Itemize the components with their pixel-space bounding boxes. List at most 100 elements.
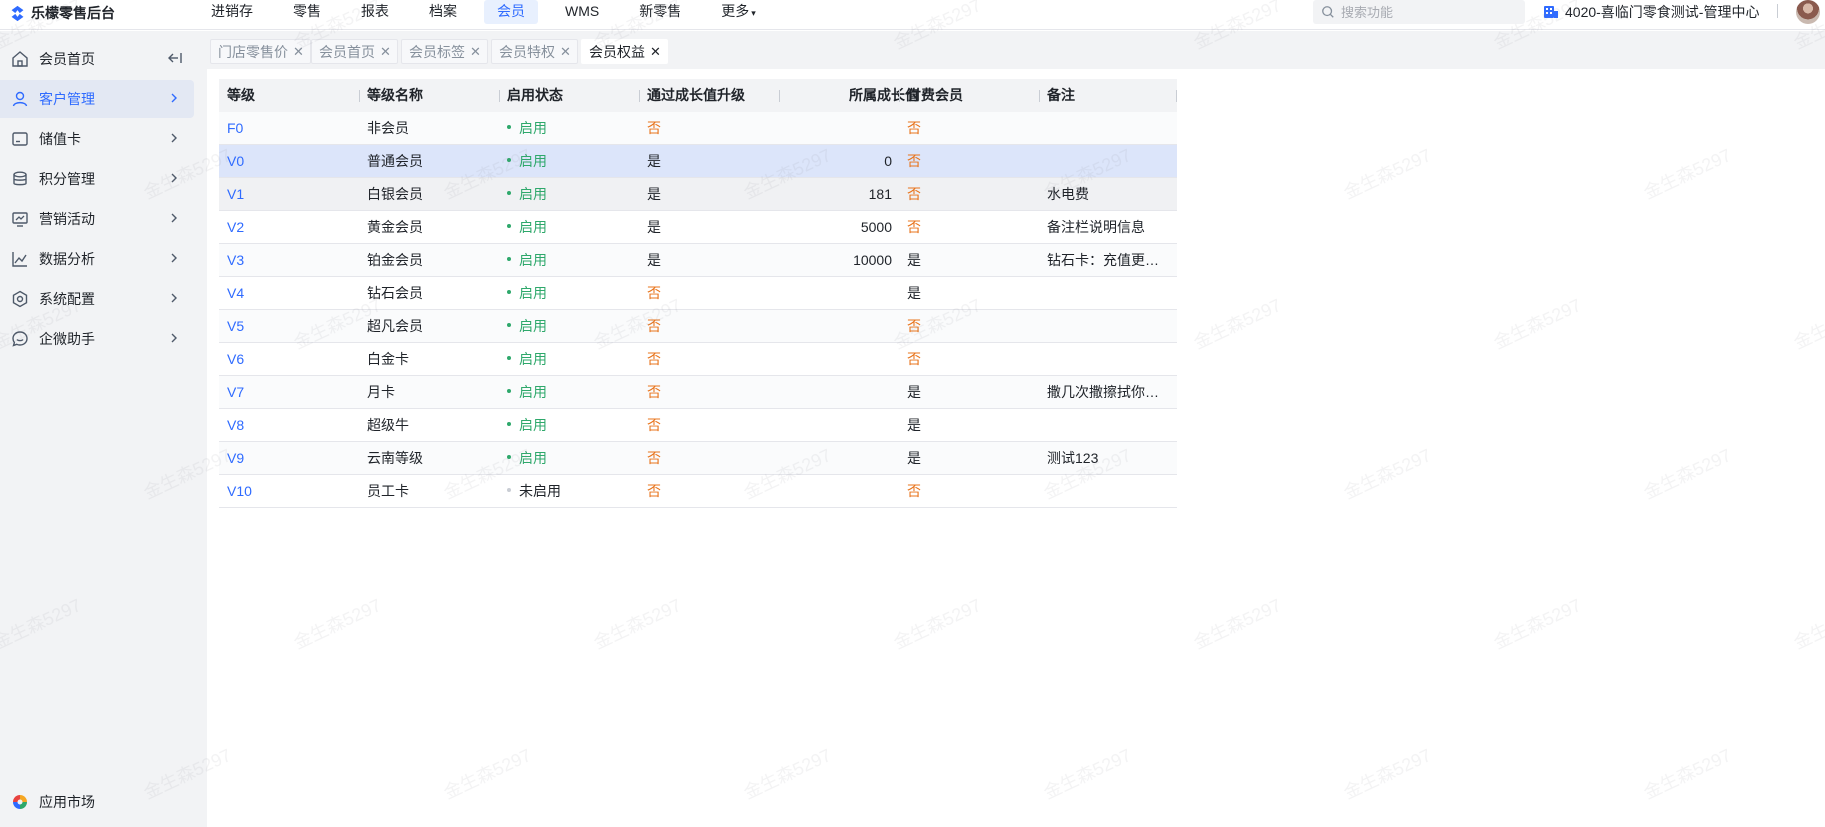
app-logo[interactable]: 乐檬零售后台 xyxy=(9,3,115,23)
cell-level[interactable]: V1 xyxy=(227,178,357,211)
cell-level-name: 非会员 xyxy=(367,120,409,136)
column-header-level[interactable]: 等级 xyxy=(227,79,255,112)
sidebar-item-stored-value-card[interactable]: 储值卡 xyxy=(0,120,194,158)
close-icon[interactable]: ✕ xyxy=(650,44,661,60)
chart-icon xyxy=(12,252,27,267)
avatar[interactable] xyxy=(1796,0,1820,24)
close-icon[interactable]: ✕ xyxy=(470,44,481,60)
cell-status: 启用 xyxy=(507,244,637,277)
search-input[interactable] xyxy=(1341,4,1511,20)
topnav-member[interactable]: 会员 xyxy=(484,0,538,24)
sidebar-item-system-config[interactable]: 系统配置 xyxy=(0,280,194,318)
collapse-sidebar-icon[interactable] xyxy=(167,50,183,66)
cell-growth-value xyxy=(789,277,892,310)
search-box[interactable] xyxy=(1313,0,1525,24)
cell-level[interactable]: V6 xyxy=(227,343,357,376)
cell-level[interactable]: V10 xyxy=(227,475,357,508)
caret-down-icon: ▾ xyxy=(751,8,756,18)
column-header-level-name[interactable]: 等级名称 xyxy=(367,79,423,112)
settings-icon xyxy=(12,290,28,308)
cell-paid-member: 是 xyxy=(907,285,921,301)
column-header-remark[interactable]: 备注 xyxy=(1047,79,1075,112)
sidebar-item-member-home[interactable]: 会员首页 xyxy=(0,40,194,78)
store-switcher[interactable]: 4020-喜临门零食测试-管理中心 xyxy=(1543,2,1759,22)
column-header-growth-upgrade[interactable]: 通过成长值升级 xyxy=(647,79,745,112)
cell-level-name: 超级牛 xyxy=(367,417,409,433)
sidebar-item-wecom-assistant[interactable]: 企微助手 xyxy=(0,320,194,358)
cell-level[interactable]: V0 xyxy=(227,145,357,178)
cell-level[interactable]: F0 xyxy=(227,112,357,145)
tab-member-privileges[interactable]: 会员特权 ✕ xyxy=(491,39,578,64)
column-header-growth-value[interactable]: 所属成长值 xyxy=(819,79,919,112)
cell-level[interactable]: V5 xyxy=(227,310,357,343)
table-row[interactable]: F0 非会员 启用 否 否 xyxy=(219,112,1177,145)
sidebar-item-marketing[interactable]: 营销活动 xyxy=(0,200,194,238)
cell-level[interactable]: V4 xyxy=(227,277,357,310)
status-dot-icon xyxy=(507,488,511,493)
tab-member-tags[interactable]: 会员标签 ✕ xyxy=(401,39,488,64)
table-row[interactable]: V9 云南等级 启用 否 是 测试123 xyxy=(219,442,1177,475)
status-text: 启用 xyxy=(519,351,547,367)
topnav-inventory[interactable]: 进销存 xyxy=(198,0,266,24)
column-header-status[interactable]: 启用状态 xyxy=(507,79,563,112)
topnav-wms[interactable]: WMS xyxy=(552,0,612,24)
cell-level[interactable]: V7 xyxy=(227,376,357,409)
cell-growth-upgrade: 否 xyxy=(647,483,661,499)
tab-member-home[interactable]: 会员首页 ✕ xyxy=(311,39,398,64)
sidebar-item-label: 系统配置 xyxy=(39,291,95,307)
card-icon xyxy=(12,132,28,146)
cell-paid-member: 否 xyxy=(907,351,921,367)
close-icon[interactable]: ✕ xyxy=(560,44,571,60)
column-divider xyxy=(899,90,900,102)
cell-status: 启用 xyxy=(507,376,637,409)
cell-growth-upgrade: 是 xyxy=(647,219,661,235)
chevron-right-icon xyxy=(171,173,177,183)
table-row[interactable]: V7 月卡 启用 否 是 撒几次撒擦拭你… xyxy=(219,376,1177,409)
sidebar-item-points-management[interactable]: 积分管理 xyxy=(0,160,194,198)
topnav-more[interactable]: 更多 ▾ xyxy=(708,0,769,24)
table-row[interactable]: V1 白银会员 启用 是 181 否 水电费 xyxy=(219,178,1177,211)
table-row[interactable]: V4 钻石会员 启用 否 是 xyxy=(219,277,1177,310)
cell-growth-upgrade: 否 xyxy=(647,384,661,400)
topnav-new-retail[interactable]: 新零售 xyxy=(626,0,694,24)
cell-level[interactable]: V8 xyxy=(227,409,357,442)
coins-icon xyxy=(13,171,27,186)
table-row[interactable]: V2 黄金会员 启用 是 5000 否 备注栏说明信息 xyxy=(219,211,1177,244)
sidebar-item-customer-management[interactable]: 客户管理 xyxy=(0,80,194,118)
status-text: 启用 xyxy=(519,120,547,136)
column-divider xyxy=(1039,90,1040,102)
table-row[interactable]: V0 普通会员 启用 是 0 否 xyxy=(219,145,1177,178)
app-market-label: 应用市场 xyxy=(39,794,95,810)
cell-level[interactable]: V3 xyxy=(227,244,357,277)
tab-store-retail-price[interactable]: 门店零售价 ✕ xyxy=(210,39,311,64)
cell-level[interactable]: V2 xyxy=(227,211,357,244)
cell-level-name: 白金卡 xyxy=(367,351,409,367)
sidebar-item-data-analysis[interactable]: 数据分析 xyxy=(0,240,194,278)
table-row[interactable]: V8 超级牛 启用 否 是 xyxy=(219,409,1177,442)
status-dot-icon xyxy=(507,290,511,295)
cell-level[interactable]: V9 xyxy=(227,442,357,475)
status-dot-icon xyxy=(507,356,511,361)
close-icon[interactable]: ✕ xyxy=(293,44,304,60)
store-name: 4020-喜临门零食测试-管理中心 xyxy=(1565,4,1760,20)
cell-growth-value xyxy=(789,310,892,343)
topnav-retail[interactable]: 零售 xyxy=(280,0,334,24)
column-header-paid-member[interactable]: 付费会员 xyxy=(907,79,963,112)
topnav-reports[interactable]: 报表 xyxy=(348,0,402,24)
topnav-archive[interactable]: 档案 xyxy=(416,0,470,24)
table-row[interactable]: V6 白金卡 启用 否 否 xyxy=(219,343,1177,376)
table-row[interactable]: V5 超凡会员 启用 否 否 xyxy=(219,310,1177,343)
column-divider xyxy=(499,90,500,102)
cell-level-name: 铂金会员 xyxy=(367,252,423,268)
divider xyxy=(1777,4,1778,18)
cell-growth-value xyxy=(789,343,892,376)
close-icon[interactable]: ✕ xyxy=(380,44,391,60)
table-row[interactable]: V3 铂金会员 启用 是 10000 是 钻石卡：充值更… xyxy=(219,244,1177,277)
sidebar-item-label: 营销活动 xyxy=(39,211,95,227)
cell-growth-upgrade: 是 xyxy=(647,186,661,202)
cell-remark xyxy=(1047,343,1169,376)
app-market-link[interactable]: 应用市场 xyxy=(11,792,95,812)
cell-status: 启用 xyxy=(507,112,637,145)
table-row[interactable]: V10 员工卡 未启用 否 否 xyxy=(219,475,1177,508)
tab-member-benefits[interactable]: 会员权益 ✕ xyxy=(581,39,668,64)
